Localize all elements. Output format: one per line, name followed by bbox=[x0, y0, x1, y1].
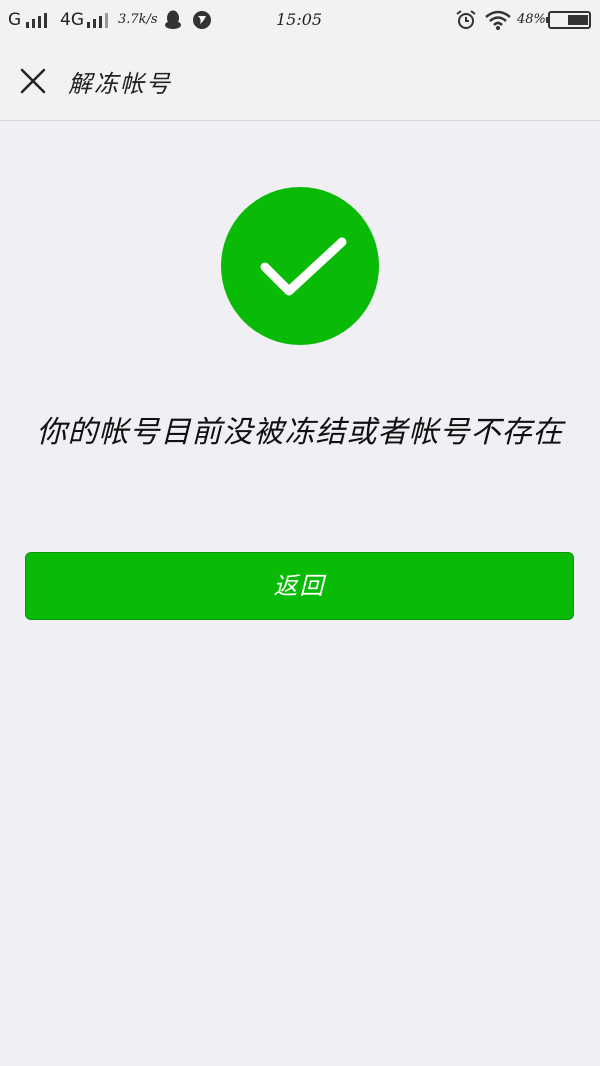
signal-icon bbox=[26, 13, 47, 28]
wifi-icon bbox=[485, 10, 511, 30]
clock: 15:05 bbox=[276, 10, 323, 29]
title-bar: 解冻帐号 bbox=[0, 40, 600, 121]
qq-icon bbox=[165, 10, 181, 29]
close-button[interactable] bbox=[14, 62, 52, 100]
alarm-icon bbox=[456, 10, 476, 29]
close-icon bbox=[20, 68, 46, 94]
check-circle-icon bbox=[221, 187, 379, 345]
battery-icon bbox=[546, 11, 591, 29]
back-button-label: 返回 bbox=[273, 572, 326, 600]
signal-icon bbox=[87, 13, 108, 28]
page: G 4G 3.7k/s 15:05 48% 解冻帐号 你的帐号目前没被冻结或者帐… bbox=[0, 0, 600, 1066]
status-bar: G 4G 3.7k/s 15:05 48% bbox=[0, 0, 600, 40]
page-title: 解冻帐号 bbox=[68, 70, 172, 98]
carrier-label: G bbox=[8, 10, 22, 30]
carrier-label-4g: 4G bbox=[60, 10, 84, 30]
status-message: 你的帐号目前没被冻结或者帐号不存在 bbox=[36, 415, 564, 450]
browser-icon bbox=[193, 11, 211, 29]
back-button[interactable]: 返回 bbox=[25, 552, 574, 620]
battery-percent: 48% bbox=[517, 12, 546, 27]
network-speed: 3.7k/s bbox=[118, 12, 158, 27]
